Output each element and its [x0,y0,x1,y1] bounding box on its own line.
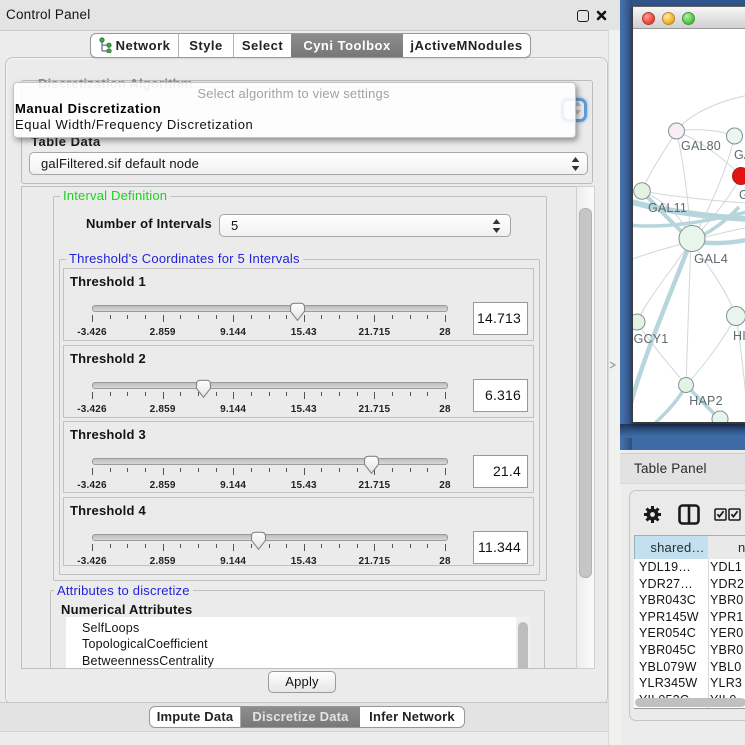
svg-text:GA: GA [739,188,745,202]
svg-text:GAL4: GAL4 [694,251,728,266]
svg-text:GAL11: GAL11 [648,201,687,215]
svg-text:GAL: GAL [734,148,745,162]
svg-text:HI: HI [733,329,745,343]
svg-text:HAP2: HAP2 [689,394,722,408]
svg-text:GAL80: GAL80 [681,139,721,153]
svg-text:GCY1: GCY1 [634,332,669,346]
